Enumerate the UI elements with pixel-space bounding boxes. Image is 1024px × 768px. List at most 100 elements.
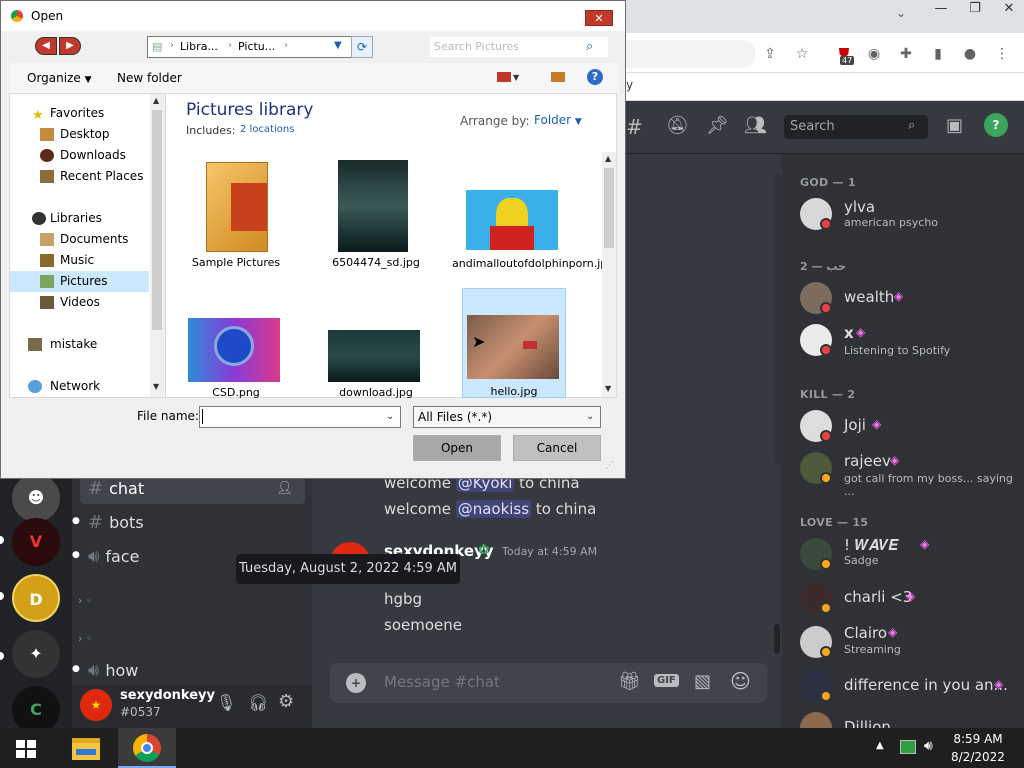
tray-app-icon[interactable] — [900, 740, 916, 754]
sticker-icon[interactable]: ▧ — [694, 671, 711, 692]
search-input[interactable]: Search Pictures ⌕ — [429, 36, 609, 58]
category-collapsed[interactable]: › ◦ — [78, 632, 92, 645]
forward-arrow-icon[interactable]: ▶ — [59, 37, 81, 55]
member-name[interactable]: rajeev — [844, 452, 891, 470]
chevron-down-icon[interactable]: ⌄ — [386, 411, 394, 422]
file-item[interactable]: CSD.png — [176, 316, 296, 400]
file-item[interactable]: Sample Pictures — [176, 158, 296, 273]
category-collapsed[interactable]: › ◦ — [78, 594, 92, 607]
nav-favorites[interactable]: ★ Favorites — [10, 103, 149, 124]
minimize-icon[interactable]: — — [926, 0, 956, 20]
nav-network[interactable]: Network — [10, 376, 149, 397]
help-icon[interactable]: ? — [587, 69, 603, 85]
member-name[interactable]: ! 𝑾𝑨𝑽𝑬 — [844, 536, 898, 554]
volume-icon[interactable]: 🔊︎ — [924, 738, 933, 754]
member-list-icon[interactable]: 👥︎ — [744, 115, 767, 136]
user-mention[interactable]: @naokiss — [455, 500, 532, 518]
new-folder-button[interactable]: New folder — [117, 71, 182, 85]
breadcrumb-item[interactable]: Pictu... — [238, 40, 275, 53]
nav-downloads[interactable]: Downloads — [10, 145, 149, 166]
file-item[interactable]: andimalloutofdolphinporn.jpg — [452, 158, 614, 288]
close-button[interactable]: ✕ — [585, 10, 613, 26]
view-options-icon[interactable] — [497, 72, 511, 82]
extensions-puzzle-icon[interactable]: ✚ — [894, 42, 918, 66]
refresh-icon[interactable]: ⟳ — [351, 36, 373, 58]
file-explorer-icon[interactable] — [72, 738, 100, 760]
chat-scrollbar[interactable] — [774, 174, 782, 464]
inbox-icon[interactable]: ▣ — [946, 115, 963, 136]
threads-icon[interactable]: # — [626, 115, 643, 139]
mute-bell-icon[interactable]: 🔕︎ — [666, 115, 689, 136]
organize-menu[interactable]: Organize ▼ — [27, 71, 92, 85]
nav-recent-places[interactable]: Recent Places — [10, 166, 149, 187]
avatar[interactable]: ★ — [80, 689, 112, 721]
resize-grip-icon[interactable]: ⋰ — [605, 461, 614, 471]
arrange-dropdown[interactable]: Folder ▼ — [534, 113, 582, 127]
file-item[interactable]: 6504474_sd.jpg — [316, 158, 436, 273]
add-attachment-icon[interactable]: + — [346, 673, 366, 693]
close-window-icon[interactable]: ✕ — [994, 0, 1024, 20]
member-name[interactable]: charli <3 — [844, 588, 912, 606]
filetype-select[interactable]: All Files (*.*) ⌄ — [413, 406, 601, 428]
message-composer[interactable]: + Message #chat 🎁︎ GIF ▧ ☺ — [330, 663, 767, 703]
member-name[interactable]: ylva — [844, 198, 875, 216]
gif-button[interactable]: GIF — [654, 674, 679, 687]
file-item[interactable]: download.jpg — [316, 316, 436, 400]
pin-icon[interactable]: 📌︎ — [706, 115, 729, 136]
preview-pane-icon[interactable] — [551, 72, 565, 82]
tab-search-chevron-icon[interactable]: ⌄ — [896, 6, 906, 20]
help-icon[interactable]: ? — [984, 113, 1008, 137]
address-bar[interactable] — [626, 40, 756, 68]
address-breadcrumb[interactable]: ▤ › Libra... › Pictu... › ▼ — [147, 36, 357, 58]
profile-avatar-icon[interactable]: ● — [958, 42, 982, 66]
chevron-down-icon[interactable]: ▼ — [513, 73, 519, 82]
headphones-icon[interactable]: 🎧︎ — [248, 693, 268, 712]
channel-item-bots[interactable]: # bots — [80, 508, 305, 538]
tray-chevron-up-icon[interactable]: ▲ — [876, 740, 884, 751]
mute-mic-icon[interactable]: 🎙︎ — [216, 693, 236, 712]
scroll-thumb[interactable] — [604, 168, 614, 248]
nav-desktop[interactable]: Desktop — [10, 124, 149, 145]
nav-libraries[interactable]: Libraries — [10, 208, 149, 229]
cancel-button[interactable]: Cancel — [513, 435, 601, 461]
clock-time[interactable]: 8:59 AM — [944, 732, 1012, 746]
member-name[interactable]: wealth — [844, 288, 894, 306]
extension-flag-icon[interactable]: ◉ — [862, 42, 886, 66]
back-arrow-icon[interactable]: ◀ — [35, 37, 57, 55]
server-icon[interactable]: C — [12, 686, 60, 734]
member-name[interactable]: x — [844, 324, 854, 342]
filename-input[interactable]: ⌄ — [199, 406, 401, 428]
gift-icon[interactable]: 🎁︎ — [618, 671, 641, 692]
scroll-thumb[interactable] — [152, 110, 162, 330]
scroll-down-icon[interactable]: ▼ — [605, 384, 611, 393]
member-name[interactable]: Clairo — [844, 624, 887, 642]
settings-gear-icon[interactable]: ⚙ — [278, 691, 294, 712]
nav-pictures[interactable]: Pictures — [10, 271, 149, 292]
nav-mistake[interactable]: mistake — [10, 334, 149, 355]
server-icon[interactable]: ☻ — [12, 474, 60, 522]
nav-music[interactable]: Music — [10, 250, 149, 271]
emoji-icon[interactable]: ☺ — [730, 669, 751, 693]
server-icon[interactable]: D — [12, 574, 60, 622]
chrome-taskbar-button[interactable] — [118, 728, 176, 768]
nav-documents[interactable]: Documents — [10, 229, 149, 250]
server-icon[interactable]: ✦ — [12, 630, 60, 678]
scroll-up-icon[interactable]: ▲ — [605, 154, 611, 163]
server-icon[interactable]: V — [12, 518, 60, 566]
open-button[interactable]: Open — [413, 435, 501, 461]
member-name[interactable]: Joji — [844, 416, 866, 434]
side-panel-icon[interactable]: ▮ — [926, 42, 950, 66]
scroll-up-icon[interactable]: ▲ — [153, 96, 159, 105]
history-dropdown-icon[interactable]: ▼ — [334, 40, 342, 51]
windows-start-icon[interactable] — [16, 740, 36, 758]
share-icon[interactable]: ⇪ — [758, 42, 782, 66]
file-list-scrollbar[interactable]: ▲ ▼ — [602, 152, 616, 397]
nav-videos[interactable]: Videos — [10, 292, 149, 313]
member-name[interactable]: difference in you an... — [844, 676, 1008, 694]
bookmark-star-icon[interactable]: ☆ — [790, 42, 814, 66]
breadcrumb-item[interactable]: Libra... — [180, 40, 218, 53]
channel-item-how[interactable]: 🔊︎ how — [80, 656, 305, 686]
restore-icon[interactable]: ❐ — [960, 0, 990, 20]
message-timestamp[interactable]: Today at 4:59 AM — [502, 545, 597, 558]
search-field[interactable]: Search ⌕ — [784, 115, 928, 139]
